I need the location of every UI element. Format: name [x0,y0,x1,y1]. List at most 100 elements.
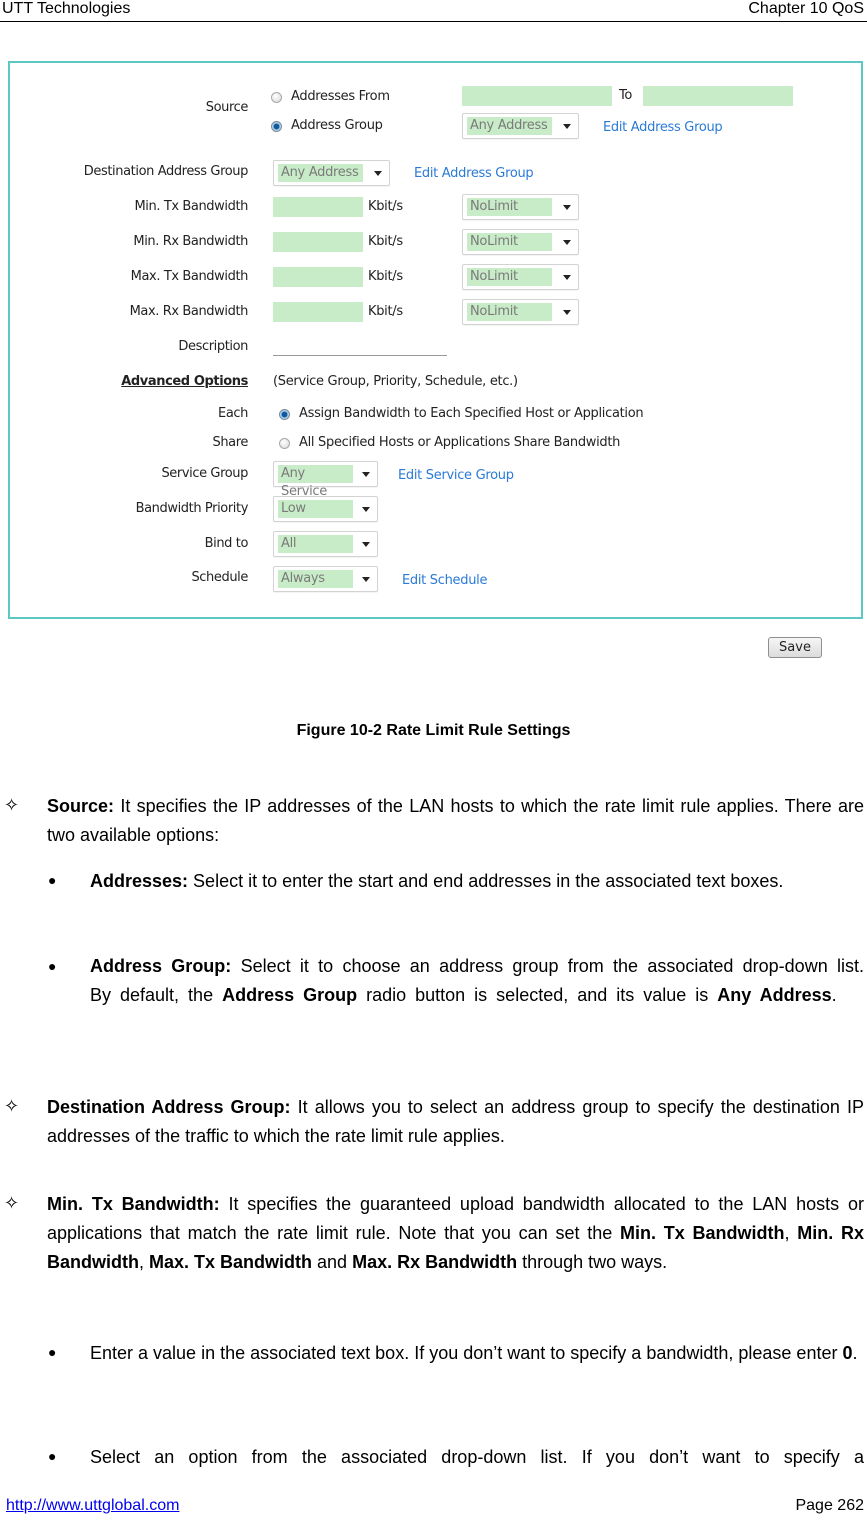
edit-destination-group-link[interactable]: Edit Address Group [414,166,534,181]
max-tx-input[interactable] [273,267,363,287]
header-chapter: Chapter 10 QoS [748,0,864,17]
min-rx-input[interactable] [273,232,363,252]
source-to-input[interactable] [643,86,793,106]
source-label: Source [205,100,249,115]
text: Enter a value in the associated text box… [90,1343,843,1363]
select-value: NoLimit [467,303,552,321]
address-group-label: Address Group [291,118,383,133]
way1-paragraph: Enter a value in the associated text box… [90,1339,864,1368]
select-value: NoLimit [467,198,552,216]
max-rx-input[interactable] [273,302,363,322]
text: radio button is selected, and its value … [357,985,718,1005]
destination-address-group-select[interactable]: Any Address [273,160,390,186]
bold: Max. Rx Bandwidth [352,1252,518,1272]
radio-each[interactable] [279,409,290,420]
term: Min. Tx Bandwidth: [47,1194,220,1214]
advanced-options-hint: (Service Group, Priority, Schedule, etc.… [273,374,518,389]
text: through two ways. [517,1252,668,1272]
edit-schedule-link[interactable]: Edit Schedule [402,573,487,588]
text: Select an option from the associated dro… [90,1447,864,1467]
schedule-select[interactable]: Always [273,566,378,592]
chevron-down-icon [362,577,370,582]
share-label: Share [212,435,248,450]
min-rx-label: Min. Rx Bandwidth [133,234,248,249]
radio-share[interactable] [279,438,290,449]
share-option-text: All Specified Hosts or Applications Shar… [299,435,621,450]
min-rx-unit: Kbit/s [368,234,403,249]
bandwidth-priority-select[interactable]: Low [273,496,378,522]
max-rx-label: Max. Rx Bandwidth [129,304,249,319]
chevron-down-icon [563,310,571,315]
text: It specifies the IP addresses of the LAN… [47,796,864,845]
term: Addresses: [90,871,189,891]
select-value: NoLimit [467,268,552,286]
select-value: NoLimit [467,233,552,251]
select-value: All [278,535,353,553]
address-group-paragraph: Address Group: Select it to choose an ad… [90,952,864,1010]
chevron-down-icon [362,472,370,477]
max-tx-select[interactable]: NoLimit [462,264,579,290]
min-tx-select[interactable]: NoLimit [462,194,579,220]
addresses-from-label: Addresses From [291,89,390,104]
bullet-icon: ● [48,958,57,974]
header-rule [0,21,867,22]
min-tx-paragraph: Min. Tx Bandwidth: It specifies the guar… [47,1190,864,1277]
save-button[interactable]: Save [768,637,822,658]
page-number: Page 262 [795,1497,864,1514]
bullet-icon: ● [48,1448,57,1464]
to-label: To [619,88,633,103]
bold: Any Address [717,985,832,1005]
select-value: Any Address [278,164,363,182]
bold: Address Group [222,985,358,1005]
service-group-label: Service Group [161,466,248,481]
select-value: Any Service [278,465,353,499]
bullet-icon: ● [48,1344,57,1360]
footer-link[interactable]: http://www.uttglobal.com [6,1497,179,1515]
description-label: Description [178,339,248,354]
select-value: Low [278,500,353,518]
max-tx-unit: Kbit/s [368,269,403,284]
service-group-select[interactable]: Any Service [273,461,378,499]
diamond-bullet-icon: ✧ [4,1096,20,1116]
bold: Max. Tx Bandwidth [149,1252,313,1272]
bind-to-select[interactable]: All [273,531,378,557]
way2-paragraph: Select an option from the associated dro… [90,1443,864,1472]
each-option-text: Assign Bandwidth to Each Specified Host … [299,406,644,421]
edit-address-group-link[interactable]: Edit Address Group [603,120,723,135]
radio-addresses-from[interactable] [271,92,282,103]
advanced-options-link[interactable]: Advanced Options [8,374,248,389]
select-value: Always [278,570,353,588]
diamond-bullet-icon: ✧ [4,795,20,815]
bandwidth-priority-label: Bandwidth Priority [135,501,249,516]
each-label: Each [218,406,248,421]
bold: Min. Tx Bandwidth [619,1223,785,1243]
text: , [139,1252,150,1272]
min-tx-unit: Kbit/s [368,199,403,214]
chevron-down-icon [563,124,571,129]
bind-to-label: Bind to [204,536,249,551]
term: Address Group: [90,956,232,976]
text: , [784,1223,798,1243]
chevron-down-icon [563,275,571,280]
destination-label: Destination Address Group [83,164,249,179]
edit-service-group-link[interactable]: Edit Service Group [398,468,514,483]
max-rx-select[interactable]: NoLimit [462,299,579,325]
max-rx-unit: Kbit/s [368,304,403,319]
select-value: Any Address [467,117,552,135]
description-input[interactable] [273,355,447,356]
min-rx-select[interactable]: NoLimit [462,229,579,255]
source-paragraph: Source: It specifies the IP addresses of… [47,792,864,850]
term: Destination Address Group: [47,1097,291,1117]
schedule-label: Schedule [191,570,248,585]
chevron-down-icon [362,542,370,547]
radio-address-group[interactable] [271,121,282,132]
text: . [852,1343,858,1363]
bold: 0 [842,1343,853,1363]
text: and [312,1252,353,1272]
source-address-group-select[interactable]: Any Address [462,113,579,139]
min-tx-label: Min. Tx Bandwidth [134,199,248,214]
text: Select it to enter the start and end add… [188,871,784,891]
min-tx-input[interactable] [273,197,363,217]
source-from-input[interactable] [462,86,612,106]
header-company: UTT Technologies [2,0,131,17]
